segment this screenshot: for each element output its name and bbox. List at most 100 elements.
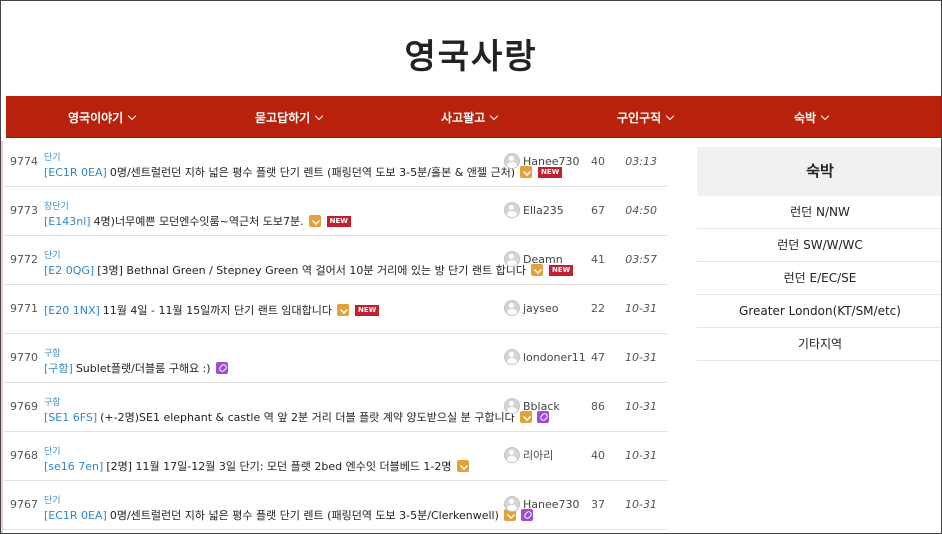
- page-frame: 영국사랑 영국이야기 묻고답하기 사고팔고 구인구직 숙박 9774 단기 [E…: [0, 0, 942, 534]
- post-title[interactable]: 0명/센트럴런던 지하 넓은 평수 플랫 단기 렌트 (패링던역 도보 3-5분…: [110, 507, 499, 523]
- author-name: Hanee730: [523, 497, 580, 511]
- post-title[interactable]: (+-2명)SE1 elephant & castle 역 앞 2분 거리 더블…: [100, 409, 515, 425]
- author-name: Ella235: [523, 203, 564, 217]
- post-time: 03:13: [625, 155, 657, 168]
- user-avatar-icon: [504, 300, 520, 316]
- post-views: 41: [591, 253, 605, 266]
- post-category[interactable]: 단기: [44, 248, 61, 261]
- new-badge: NEW: [355, 304, 380, 316]
- post-views: 47: [591, 351, 605, 364]
- post-title-line[interactable]: [SE1 6FS] (+-2명)SE1 elephant & castle 역 …: [44, 409, 549, 425]
- nav-label: 구인구직: [617, 111, 662, 125]
- post-category[interactable]: 단기: [44, 150, 61, 163]
- sidebar-item-greater-london[interactable]: Greater London(KT/SM/etc): [697, 295, 941, 328]
- post-number: 9773: [10, 204, 38, 217]
- post-title[interactable]: 11월 4일 - 11월 15일까지 단기 랜트 임대합니다: [103, 302, 332, 318]
- nav-label: 사고팔고: [441, 111, 486, 125]
- post-title[interactable]: [2명] 11월 17일-12월 3일 단기: 모던 플랫 2bed 엔수잇 더…: [106, 458, 451, 474]
- sidebar-item-other-regions[interactable]: 기타지역: [697, 328, 941, 361]
- post-category[interactable]: 구함: [44, 346, 61, 359]
- post-row[interactable]: 9768 단기 [se16 7en] [2명] 11월 17일-12월 3일 단…: [1, 432, 667, 481]
- nav-label: 영국이야기: [68, 111, 124, 125]
- post-row[interactable]: 9773 장단기 [E143nl] 4명)너무예쁜 모던엔수잇룸~역근처 도보7…: [1, 187, 667, 236]
- user-avatar-icon: [504, 202, 520, 218]
- post-location-tag[interactable]: [EC1R 0EA]: [44, 166, 107, 179]
- sidebar-item-london-n-nw[interactable]: 런던 N/NW: [697, 196, 941, 229]
- post-title[interactable]: [3명] Bethnal Green / Stepney Green 역 걸어서…: [97, 262, 526, 278]
- post-category[interactable]: 장단기: [44, 199, 69, 212]
- main-nav: 영국이야기 묻고답하기 사고팔고 구인구직 숙박: [6, 96, 941, 138]
- chevron-down-icon: [665, 111, 675, 120]
- post-title-line[interactable]: [EC1R 0EA] 0명/센트럴런던 지하 넓은 평수 플랫 단기 렌트 (패…: [44, 507, 533, 523]
- post-author[interactable]: londoner11: [504, 349, 586, 365]
- post-category[interactable]: 단기: [44, 444, 61, 457]
- new-badge: NEW: [326, 215, 351, 227]
- nav-item-uk-stories[interactable]: 영국이야기: [68, 109, 137, 126]
- post-views: 22: [591, 302, 605, 315]
- author-name: 리아리: [523, 449, 554, 462]
- user-avatar-icon: [504, 251, 520, 267]
- post-author[interactable]: Hanee730: [504, 153, 580, 169]
- post-author[interactable]: Hanee730: [504, 496, 580, 512]
- post-time: 10-31: [625, 302, 657, 315]
- post-time: 10-31: [625, 498, 657, 511]
- post-title[interactable]: Sublet플랫/더블룸 구해요 :): [76, 360, 211, 376]
- post-location-tag[interactable]: [se16 7en]: [44, 460, 103, 473]
- post-number: 9770: [10, 351, 38, 364]
- post-location-tag[interactable]: [E2 0QG]: [44, 264, 94, 277]
- post-category[interactable]: 구함: [44, 395, 61, 408]
- post-title-line[interactable]: [구함] Sublet플랫/더블룸 구해요 :): [44, 360, 228, 376]
- post-time: 10-31: [625, 400, 657, 413]
- author-name: Bblack: [523, 399, 560, 413]
- post-row[interactable]: 9767 단기 [EC1R 0EA] 0명/센트럴런던 지하 넓은 평수 플랫 …: [1, 481, 667, 530]
- post-time: 04:50: [625, 204, 657, 217]
- post-views: 37: [591, 498, 605, 511]
- post-author[interactable]: 리아리: [504, 447, 553, 463]
- post-list: 9774 단기 [EC1R 0EA] 0명/센트럴런던 지하 넓은 평수 플랫 …: [1, 138, 667, 530]
- user-avatar-icon: [504, 153, 520, 169]
- nav-item-jobs[interactable]: 구인구직: [617, 109, 675, 126]
- post-location-tag[interactable]: [SE1 6FS]: [44, 411, 97, 424]
- post-location-tag[interactable]: [구함]: [44, 360, 73, 376]
- post-author[interactable]: Bblack: [504, 398, 560, 414]
- user-avatar-icon: [504, 496, 520, 512]
- download-icon: [456, 460, 469, 472]
- chevron-down-icon: [314, 111, 324, 120]
- sidebar-item-london-e-ec-se[interactable]: 런던 E/EC/SE: [697, 262, 941, 295]
- post-row[interactable]: 9769 구함 [SE1 6FS] (+-2명)SE1 elephant & c…: [1, 383, 667, 432]
- post-location-tag[interactable]: [EC1R 0EA]: [44, 509, 107, 522]
- post-category[interactable]: 단기: [44, 493, 61, 506]
- user-avatar-icon: [504, 349, 520, 365]
- post-title-line[interactable]: [E20 1NX] 11월 4일 - 11월 15일까지 단기 랜트 임대합니다…: [44, 302, 380, 318]
- sidebar-item-london-sw-w-wc[interactable]: 런던 SW/W/WC: [697, 229, 941, 262]
- site-logo[interactable]: 영국사랑: [1, 29, 941, 78]
- post-author[interactable]: Ella235: [504, 202, 564, 218]
- nav-item-buy-sell[interactable]: 사고팔고: [441, 109, 499, 126]
- post-location-tag[interactable]: [E20 1NX]: [44, 304, 100, 317]
- post-row[interactable]: 9770 구함 [구함] Sublet플랫/더블룸 구해요 :) londone…: [1, 334, 667, 383]
- link-icon: [215, 362, 228, 374]
- post-title-line[interactable]: [E2 0QG] [3명] Bethnal Green / Stepney Gr…: [44, 262, 574, 278]
- post-time: 10-31: [625, 449, 657, 462]
- post-title[interactable]: 4명)너무예쁜 모던엔수잇룸~역근처 도보7분.: [94, 213, 304, 229]
- post-location-tag[interactable]: [E143nl]: [44, 215, 91, 228]
- post-time: 10-31: [625, 351, 657, 364]
- post-row[interactable]: 9771 [E20 1NX] 11월 4일 - 11월 15일까지 단기 랜트 …: [1, 285, 667, 334]
- nav-item-accommodation[interactable]: 숙박: [794, 109, 830, 126]
- post-author[interactable]: Deamn: [504, 251, 563, 267]
- post-row[interactable]: 9772 단기 [E2 0QG] [3명] Bethnal Green / St…: [1, 236, 667, 285]
- post-views: 40: [591, 155, 605, 168]
- post-title[interactable]: 0명/센트럴런던 지하 넓은 평수 플랫 단기 렌트 (패링던역 도보 3-5분…: [110, 164, 515, 180]
- download-icon: [337, 304, 350, 316]
- post-views: 67: [591, 204, 605, 217]
- post-author[interactable]: jayseo: [504, 300, 559, 316]
- author-name: Deamn: [523, 252, 563, 266]
- post-title-line[interactable]: [E143nl] 4명)너무예쁜 모던엔수잇룸~역근처 도보7분. NEW: [44, 213, 351, 229]
- post-row[interactable]: 9774 단기 [EC1R 0EA] 0명/센트럴런던 지하 넓은 평수 플랫 …: [1, 138, 667, 187]
- post-number: 9772: [10, 253, 38, 266]
- post-title-line[interactable]: [se16 7en] [2명] 11월 17일-12월 3일 단기: 모던 플랫…: [44, 458, 469, 474]
- nav-item-qna[interactable]: 묻고답하기: [255, 109, 324, 126]
- post-time: 03:57: [625, 253, 657, 266]
- post-title-line[interactable]: [EC1R 0EA] 0명/센트럴런던 지하 넓은 평수 플랫 단기 렌트 (패…: [44, 164, 563, 180]
- chevron-down-icon: [820, 111, 830, 120]
